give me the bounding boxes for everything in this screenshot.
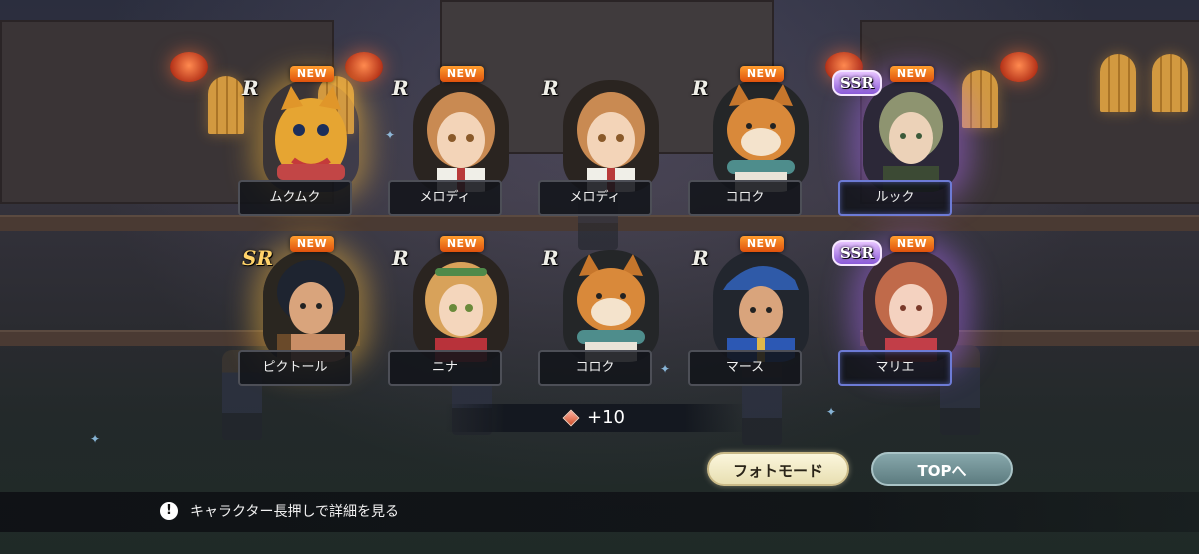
character-card[interactable]: R コロク xyxy=(536,242,686,402)
portrait-cat-mascot xyxy=(263,80,359,192)
reward-strip: +10 xyxy=(445,404,745,432)
character-name: メロディ xyxy=(538,180,652,216)
new-badge: NEW xyxy=(890,236,934,252)
character-card[interactable]: R NEW ムクムク xyxy=(236,66,386,232)
new-badge: NEW xyxy=(740,66,784,82)
girl-portrait-icon xyxy=(863,250,959,362)
character-card[interactable]: R メロディ xyxy=(536,72,686,232)
rarity-badge: R xyxy=(542,246,559,270)
character-name: マース xyxy=(688,350,802,386)
character-card[interactable]: R NEW コロク xyxy=(686,66,836,232)
reward-amount: +10 xyxy=(587,407,625,428)
character-card[interactable]: SSR NEW ルック xyxy=(832,66,986,232)
hint-text: キャラクター長押しで詳細を見る xyxy=(190,504,400,520)
sparkle-icon: ✦ xyxy=(826,405,837,419)
new-badge: NEW xyxy=(740,236,784,252)
portrait-melody xyxy=(563,80,659,192)
portrait-nina xyxy=(413,250,509,362)
lantern xyxy=(1000,52,1038,82)
top-button[interactable]: TOPへ xyxy=(871,452,1013,486)
new-badge: NEW xyxy=(290,66,334,82)
sparkle-icon: ✦ xyxy=(90,432,101,446)
dog-portrait-icon xyxy=(563,250,659,362)
rarity-badge: R xyxy=(692,76,709,100)
new-badge: NEW xyxy=(290,236,334,252)
rarity-badge: R xyxy=(392,76,409,100)
lantern xyxy=(170,52,208,82)
lit-window xyxy=(1100,54,1136,112)
lit-window xyxy=(1152,54,1188,112)
rarity-badge: SR xyxy=(242,246,274,270)
photo-mode-button[interactable]: フォトモード xyxy=(707,452,849,486)
portrait-luc xyxy=(863,80,959,192)
portrait-viktor xyxy=(263,250,359,362)
character-name: ルック xyxy=(838,180,952,216)
portrait-koroku xyxy=(713,80,809,192)
mage-portrait-icon xyxy=(863,80,959,192)
rarity-badge: R xyxy=(392,246,409,270)
hint-bar: ! キャラクター長押しで詳細を見る xyxy=(0,492,1199,532)
crest-gem-icon xyxy=(562,409,580,427)
rarity-badge: R xyxy=(242,76,259,100)
portrait-mars xyxy=(713,250,809,362)
rarity-badge: SSR xyxy=(832,240,882,266)
character-card[interactable]: R NEW メロディ xyxy=(386,66,536,232)
warrior-portrait-icon xyxy=(263,250,359,362)
exclamation-circle-icon: ! xyxy=(160,502,178,520)
character-name: マリエ xyxy=(838,350,952,386)
character-name: コロク xyxy=(688,180,802,216)
character-name: コロク xyxy=(538,350,652,386)
portrait-koroku xyxy=(563,250,659,362)
girl-portrait-icon xyxy=(413,250,509,362)
character-card[interactable]: R NEW マース xyxy=(686,236,836,402)
dog-portrait-icon xyxy=(713,80,809,192)
rarity-badge: R xyxy=(542,76,559,100)
girl-portrait-icon xyxy=(563,80,659,192)
character-name: ムクムク xyxy=(238,180,352,216)
cat-mascot-portrait-icon xyxy=(275,86,347,182)
new-badge: NEW xyxy=(440,66,484,82)
new-badge: NEW xyxy=(440,236,484,252)
portrait-melody xyxy=(413,80,509,192)
new-badge: NEW xyxy=(890,66,934,82)
character-name: ニナ xyxy=(388,350,502,386)
character-card[interactable]: SR NEW ピクトール xyxy=(236,236,386,402)
character-card[interactable]: SSR NEW マリエ xyxy=(832,236,986,402)
rarity-badge: R xyxy=(692,246,709,270)
girl-portrait-icon xyxy=(413,80,509,192)
soldier-portrait-icon xyxy=(713,250,809,362)
rarity-badge: SSR xyxy=(832,70,882,96)
character-name: メロディ xyxy=(388,180,502,216)
character-card[interactable]: R NEW ニナ xyxy=(386,236,536,402)
portrait-marie xyxy=(863,250,959,362)
character-name: ピクトール xyxy=(238,350,352,386)
